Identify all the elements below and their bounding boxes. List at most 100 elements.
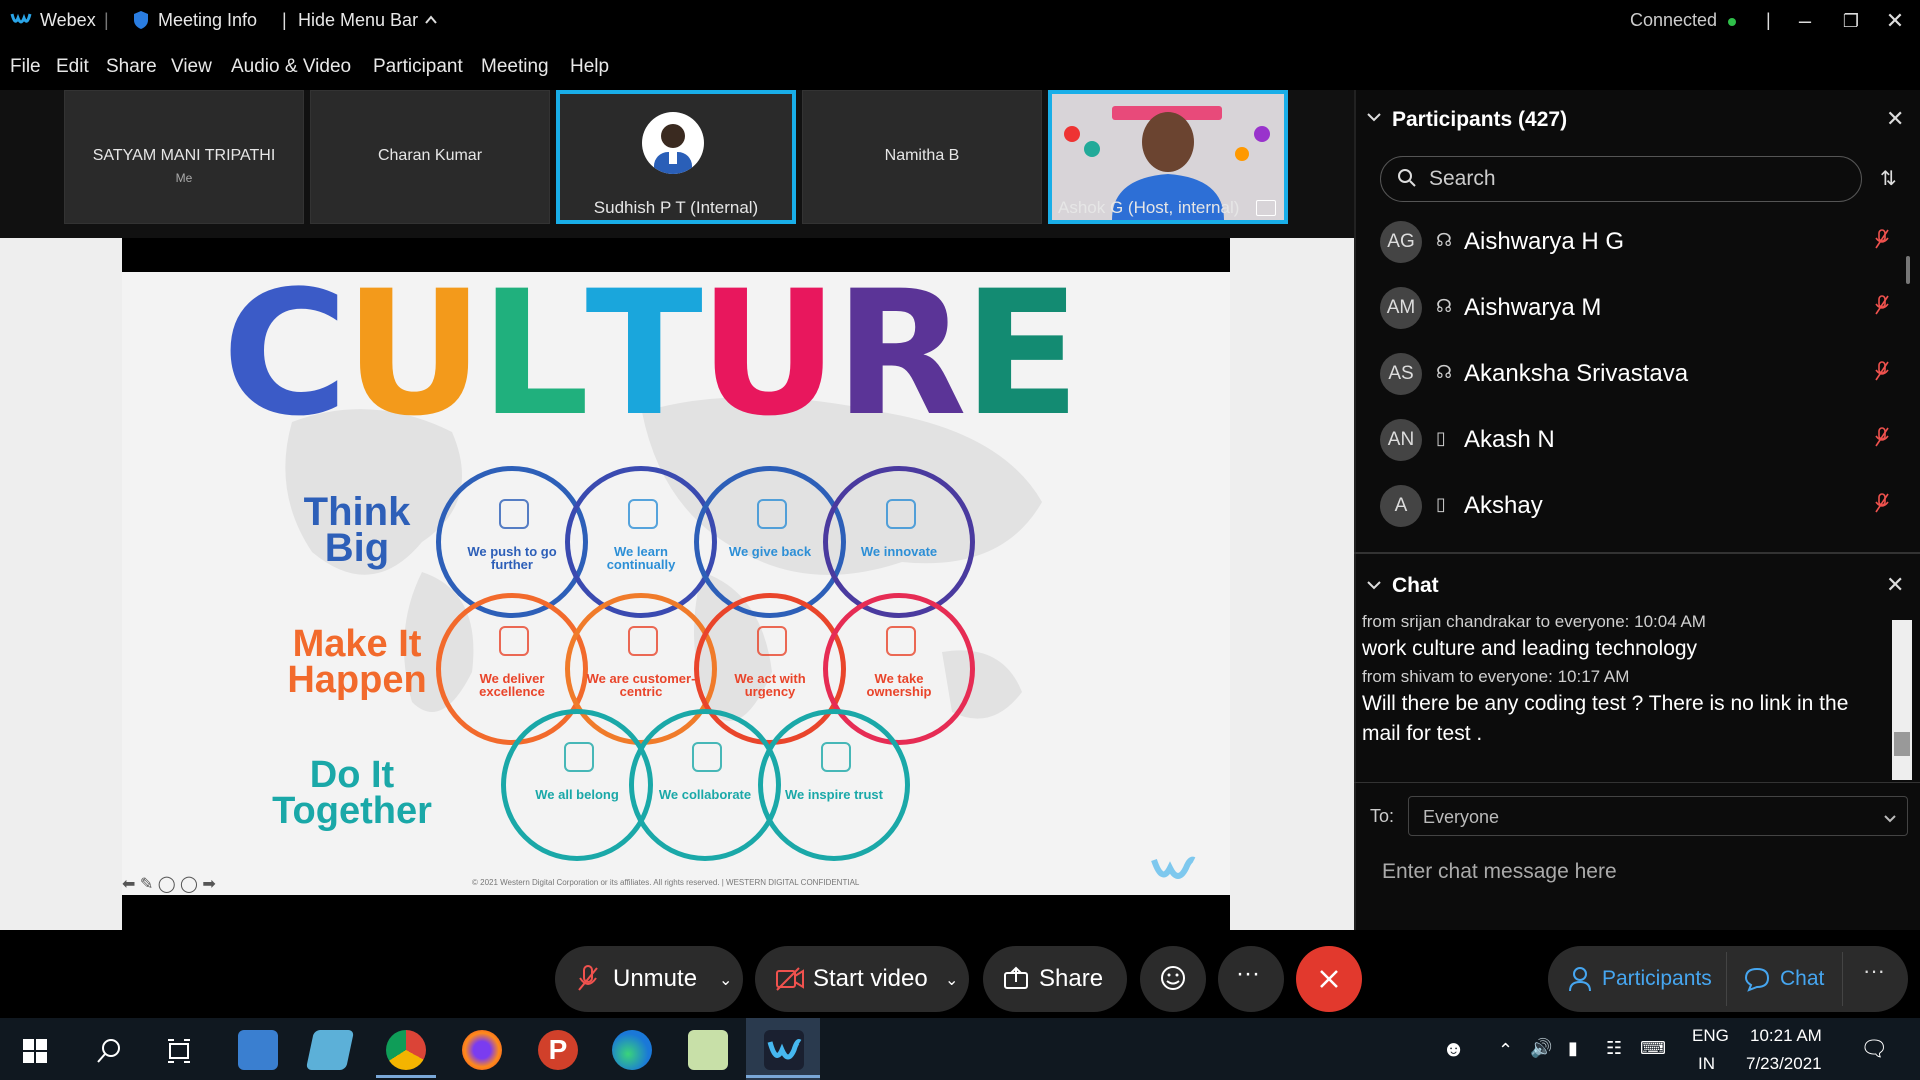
avatar: AM [1380, 287, 1422, 329]
battery-icon[interactable]: ▮ [1568, 1038, 1578, 1059]
value-label: We learn continually [606, 544, 676, 572]
chevron-down-icon[interactable]: ⌄ [945, 970, 958, 990]
chevron-up-icon[interactable]: ⌃ [1498, 1040, 1513, 1061]
mic-muted-icon[interactable] [1874, 360, 1890, 388]
participant-name: Ashok G (Host, internal) [1058, 198, 1240, 217]
chat-input[interactable]: Enter chat message here [1382, 860, 1617, 884]
webex-app-icon[interactable] [764, 1030, 804, 1070]
powerpoint-icon[interactable]: P [538, 1030, 578, 1070]
chat-bubble-icon [1744, 966, 1770, 997]
clock-time[interactable]: 10:21 AM [1750, 1026, 1822, 1046]
close-chat-icon[interactable]: ✕ [1886, 572, 1904, 598]
unmute-button[interactable]: Unmute ⌄ [555, 946, 743, 1012]
task-view-icon[interactable] [166, 1038, 192, 1069]
value-icon [757, 499, 787, 529]
connected-dot-icon [1728, 18, 1736, 26]
panel-more-button[interactable]: ··· [1852, 958, 1896, 1002]
language-indicator[interactable]: ENG [1692, 1026, 1729, 1046]
menu-bar: File Edit Share View Audio & Video Parti… [0, 44, 1920, 90]
video-tile[interactable]: Namitha B [802, 90, 1042, 224]
webex-logo-icon [10, 10, 32, 33]
windows-taskbar [0, 1018, 1920, 1080]
notepad-app-icon[interactable] [305, 1030, 355, 1070]
close-icon[interactable]: ✕ [1880, 6, 1910, 36]
values-rings: We push to go further We learn continuall… [122, 272, 1230, 895]
menu-view[interactable]: View [171, 56, 212, 78]
video-tile-active-speaker[interactable]: Sudhish P T (Internal) [556, 90, 796, 224]
phone-icon: ▯ [1436, 494, 1446, 514]
video-tile[interactable]: Charan Kumar [310, 90, 550, 224]
to-label: To: [1370, 806, 1395, 826]
firefox-icon[interactable] [462, 1030, 502, 1070]
minimize-icon[interactable]: – [1790, 6, 1820, 36]
hide-menu-bar-button[interactable]: Hide Menu Bar [298, 10, 418, 31]
search-input[interactable]: Search [1429, 167, 1496, 191]
chrome-icon[interactable] [386, 1030, 426, 1070]
value-icon [499, 626, 529, 656]
participant-row[interactable]: AN ▯ Akash N [1354, 408, 1920, 474]
chevron-up-icon[interactable] [424, 10, 438, 31]
wifi-icon[interactable]: ☷ [1606, 1038, 1622, 1059]
participant-row[interactable]: AS ☊ Akanksha Srivastava [1354, 342, 1920, 408]
leave-meeting-button[interactable] [1296, 946, 1362, 1012]
participant-name: Akshay [1464, 492, 1543, 519]
menu-audio-video[interactable]: Audio & Video [231, 56, 351, 78]
menu-participant[interactable]: Participant [373, 56, 463, 78]
chat-recipient-select[interactable]: Everyone [1408, 796, 1908, 836]
participant-scrollbar[interactable] [1906, 256, 1910, 284]
chevron-down-icon[interactable]: ⌄ [719, 970, 732, 990]
chat-toggle-button[interactable]: Chat [1732, 946, 1842, 1012]
menu-help[interactable]: Help [570, 56, 609, 78]
sort-icon[interactable]: ⇅ [1880, 166, 1897, 191]
menu-meeting[interactable]: Meeting [481, 56, 549, 78]
notification-icon[interactable]: 🗨 [1860, 1036, 1888, 1062]
reactions-button[interactable] [1140, 946, 1206, 1012]
slide-nav-controls[interactable]: ⬅ ✎ ◯ ◯ ➡ [122, 874, 216, 894]
edge-icon[interactable] [612, 1030, 652, 1070]
participant-row[interactable]: AM ☊ Aishwarya M [1354, 276, 1920, 342]
keyboard-icon[interactable]: ⌨ [1640, 1038, 1666, 1059]
desktop-app-icon[interactable] [238, 1030, 278, 1070]
close-participants-icon[interactable]: ✕ [1886, 106, 1904, 132]
collapse-participants-icon[interactable] [1366, 110, 1382, 128]
document-app-icon[interactable] [688, 1030, 728, 1070]
meeting-info-button[interactable]: Meeting Info [158, 10, 257, 31]
volume-icon[interactable]: 🔊 [1530, 1038, 1552, 1059]
value-label: We inspire trust [784, 787, 883, 802]
participants-toggle-button[interactable]: Participants [1556, 946, 1726, 1012]
windows-start-icon[interactable] [22, 1038, 48, 1069]
share-icon [1003, 966, 1029, 997]
collapse-chat-icon[interactable] [1366, 578, 1382, 596]
region-indicator[interactable]: IN [1698, 1054, 1715, 1074]
value-label: We deliver excellence [479, 671, 545, 699]
participant-name: Charan Kumar [377, 147, 483, 164]
menu-share[interactable]: Share [106, 56, 157, 78]
recipient-value: Everyone [1423, 807, 1500, 827]
clock-date[interactable]: 7/23/2021 [1746, 1054, 1822, 1074]
participants-header: Participants (427) [1392, 108, 1568, 131]
search-icon[interactable] [96, 1038, 122, 1069]
close-icon [1317, 967, 1341, 998]
video-tile-host[interactable]: Ashok G (Host, internal) [1048, 90, 1288, 224]
share-button[interactable]: Share [983, 946, 1127, 1012]
participant-search[interactable]: Search [1380, 156, 1862, 202]
participant-row[interactable]: AG ☊ Aishwarya H G [1354, 210, 1920, 276]
mic-muted-icon[interactable] [1874, 426, 1890, 454]
video-tile[interactable]: SATYAM MANI TRIPATHI Me [64, 90, 304, 224]
slide-top-bar [122, 238, 1230, 272]
start-video-button[interactable]: Start video ⌄ [755, 946, 969, 1012]
chat-scrollbar[interactable] [1892, 620, 1912, 780]
value-icon [628, 626, 658, 656]
menu-file[interactable]: File [10, 56, 41, 78]
people-icon[interactable]: ☻ [1442, 1036, 1465, 1062]
mic-muted-icon[interactable] [1874, 228, 1890, 256]
restore-icon[interactable]: ❐ [1836, 6, 1866, 36]
divider: | [1766, 10, 1771, 30]
more-options-button[interactable]: ··· [1218, 946, 1284, 1012]
mic-muted-icon[interactable] [1874, 492, 1890, 520]
menu-edit[interactable]: Edit [56, 56, 89, 78]
mic-muted-icon[interactable] [1874, 294, 1890, 322]
participant-row[interactable]: A ▯ Akshay [1354, 474, 1920, 540]
headset-icon: ☊ [1436, 230, 1452, 250]
value-icon [886, 626, 916, 656]
